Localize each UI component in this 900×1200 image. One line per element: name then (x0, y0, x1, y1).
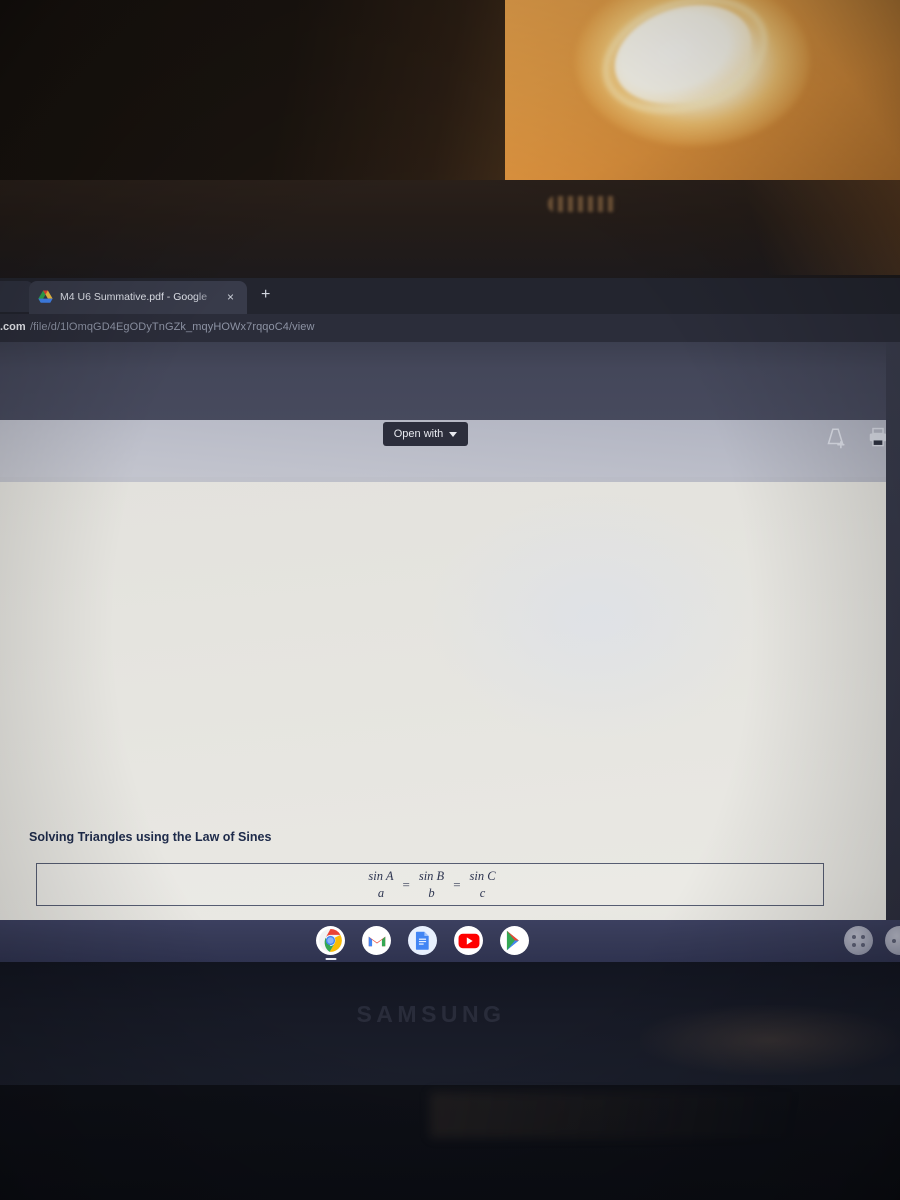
system-tray (844, 926, 900, 955)
status-tray-button[interactable] (844, 926, 873, 955)
fraction-denominator: a (377, 885, 385, 900)
google-docs-icon[interactable] (408, 926, 437, 955)
ceiling-background (0, 0, 900, 185)
tab-close-icon[interactable]: × (227, 290, 234, 304)
equals-sign-1: = (402, 876, 410, 892)
fraction-sin-c-over-c: sin C c (467, 869, 499, 901)
tab-title: M4 U6 Summative.pdf - Google (60, 291, 208, 303)
bezel-light-reflection (700, 180, 900, 275)
youtube-icon[interactable] (454, 926, 483, 955)
screen-glare (430, 492, 760, 742)
fraction-denominator: b (428, 885, 435, 900)
law-of-sines-formula: sin A a = sin B b = sin C c (322, 863, 542, 906)
photo-of-laptop-screen: × M4 U6 Summative.pdf - Google × + .com (0, 0, 900, 1200)
add-to-drive-button[interactable] (824, 426, 847, 449)
worksheet-title: Solving Triangles using the Law of Sines (29, 830, 272, 844)
desk-light-reflection (640, 1005, 900, 1075)
fraction-denominator: c (479, 885, 486, 900)
equals-sign-2: = (453, 876, 461, 892)
active-app-indicator (325, 957, 336, 960)
shelf-app-icons (316, 926, 529, 960)
tray-overflow-button[interactable] (885, 926, 900, 955)
fraction-numerator: sin A (368, 868, 394, 883)
chromeos-shelf (0, 920, 900, 962)
url-path: /file/d/1lOmqGD4EgODyTnGZk_mqyHOWx7rqqoC… (30, 321, 315, 333)
open-with-button[interactable]: Open with (383, 422, 468, 446)
fraction-numerator: sin B (418, 868, 445, 883)
tab-strip: × M4 U6 Summative.pdf - Google × + (0, 278, 900, 314)
desk-surface-sheen (430, 1092, 900, 1138)
viewer-right-edge (886, 342, 900, 920)
device-brand-logo: SAMSUNG (356, 1001, 506, 1027)
url-domain: .com (0, 321, 26, 333)
tab-m4-u6-summative-pdf[interactable]: M4 U6 Summative.pdf - Google × (29, 281, 247, 314)
fraction-sin-a-over-a: sin A a (365, 869, 396, 901)
ceiling-shadow-left (0, 0, 510, 185)
open-with-label: Open with (393, 428, 444, 440)
address-bar[interactable]: .com /file/d/1lOmqGD4EgODyTnGZk_mqyHOWx7… (0, 314, 900, 342)
new-tab-button[interactable]: + (261, 287, 270, 303)
fraction-numerator: sin C (469, 868, 496, 883)
bezel-glare-reflection (548, 196, 618, 212)
chevron-down-icon (449, 431, 458, 437)
google-drive-icon (38, 290, 53, 304)
browser-window: × M4 U6 Summative.pdf - Google × + .com (0, 278, 900, 920)
pdf-page-3: Solving Triangles using the Law of Sines… (0, 482, 886, 920)
gmail-icon[interactable] (362, 926, 391, 955)
fraction-sin-b-over-b: sin B b (416, 869, 447, 901)
play-store-icon[interactable] (500, 926, 529, 955)
chrome-icon[interactable] (316, 926, 345, 960)
pdf-viewer-toolbar: Open with (0, 342, 900, 550)
